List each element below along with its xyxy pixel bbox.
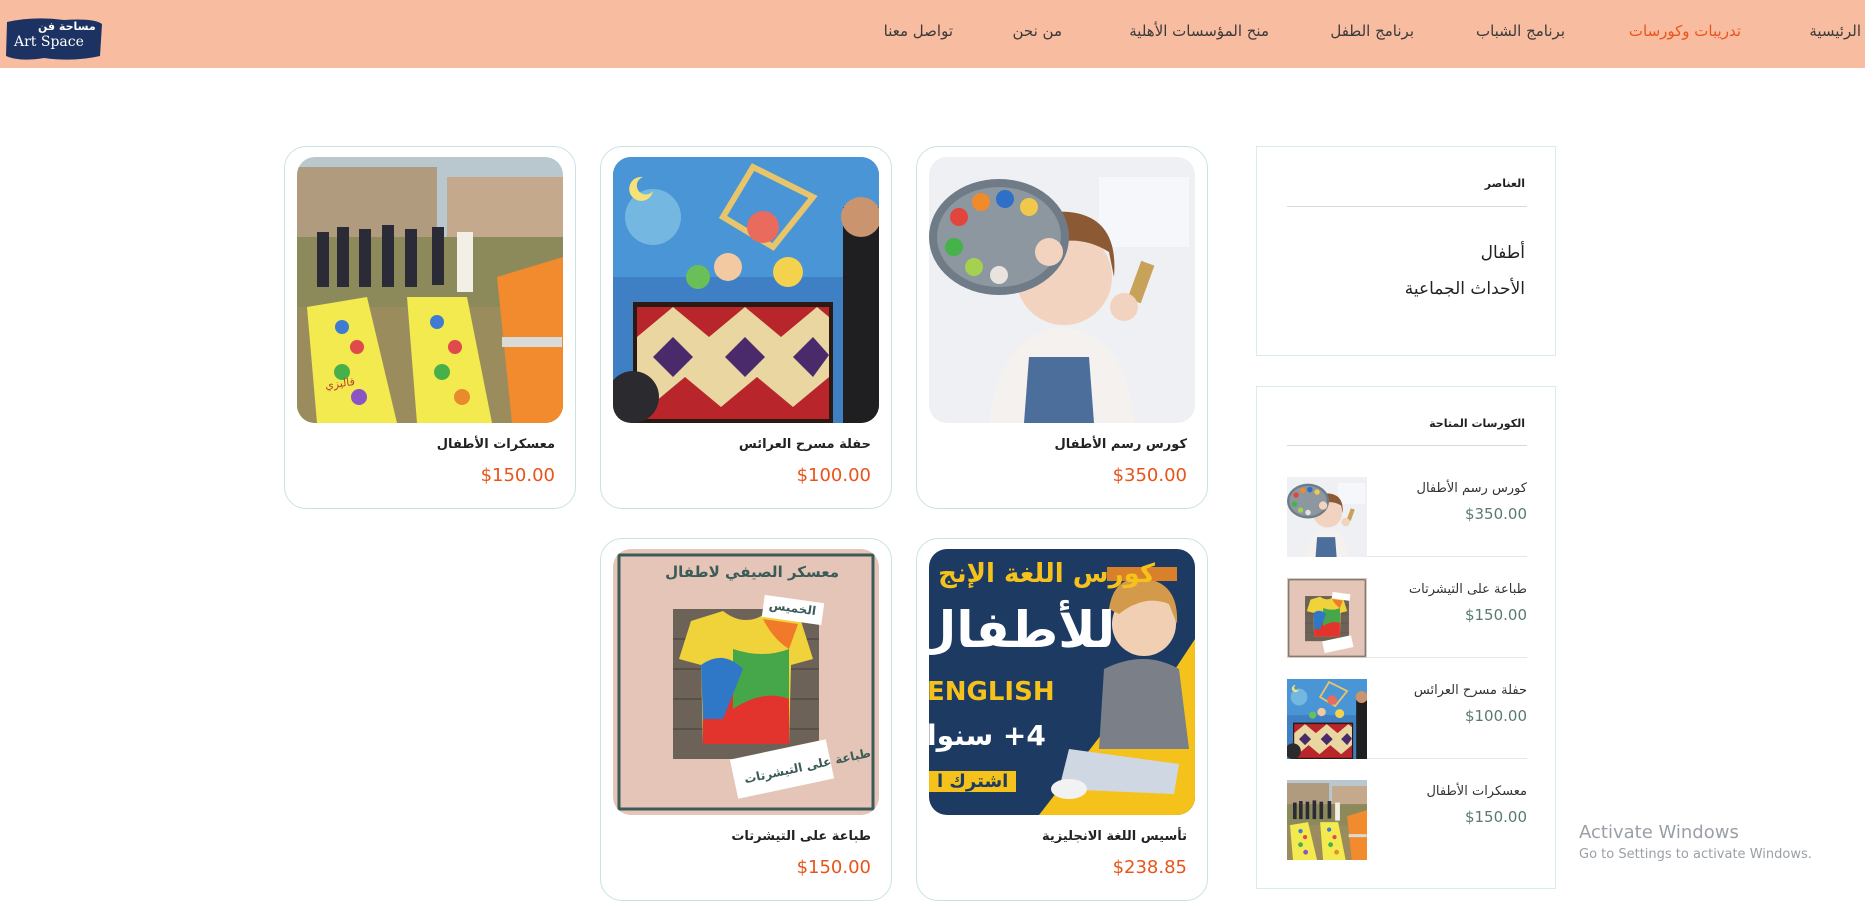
- windows-activation-watermark: Activate Windows Go to Settings to activ…: [1579, 822, 1812, 862]
- tie-dye-tshirt-thumbnail[interactable]: [1287, 578, 1367, 658]
- course-list-item[interactable]: طباعة على التيشرتات $150.00: [1287, 576, 1527, 658]
- english-banner-mid-text: للأطفال: [929, 601, 1115, 659]
- site-header: مساحة فن Art Space الرئيسية تدريبات وكور…: [0, 0, 1865, 68]
- painting-palette-girl-image[interactable]: [929, 157, 1195, 423]
- product-card[interactable]: كورس اللغة الإنج للأطفال ENGLISH 4+ سنوا…: [916, 538, 1208, 901]
- nav-child-program[interactable]: برنامج الطفل: [1330, 22, 1414, 40]
- course-price: $150.00: [1464, 808, 1527, 826]
- available-courses-widget: الكورسات المتاحة كورس رسم الأطفال $350.0…: [1256, 386, 1556, 889]
- categories-widget: العناصر أطفال الأحداث الجماعية: [1256, 146, 1556, 356]
- product-card[interactable]: كورس رسم الأطفال $350.00: [916, 146, 1208, 509]
- course-name[interactable]: طباعة على التيشرتات: [1409, 582, 1527, 597]
- english-banner-word-text: ENGLISH: [929, 677, 1055, 707]
- nav-about[interactable]: من نحن: [1013, 22, 1063, 40]
- english-banner-cta-text: اشترك ا: [929, 771, 1017, 792]
- divider: [1287, 206, 1527, 207]
- product-card[interactable]: حفلة مسرح العرائس $100.00: [600, 146, 892, 509]
- product-price: $100.00: [796, 465, 871, 486]
- english-banner-age-text: 4+ سنوا: [929, 719, 1046, 752]
- nav-courses[interactable]: تدريبات وكورسات: [1629, 22, 1741, 40]
- kids-camp-field-thumbnail[interactable]: [1287, 780, 1367, 860]
- nav-contact[interactable]: تواصل معنا: [884, 22, 953, 40]
- divider: [1287, 445, 1527, 446]
- product-title[interactable]: كورس رسم الأطفال: [1054, 437, 1187, 452]
- course-price: $350.00: [1464, 505, 1527, 523]
- product-title[interactable]: طباعة على التيشرتات: [731, 829, 871, 844]
- logo[interactable]: مساحة فن Art Space: [4, 16, 104, 62]
- tie-dye-tshirt-image[interactable]: معسكر الصيفي لاطفال الخميس طباعة على الت…: [613, 549, 879, 815]
- nav-youth-program[interactable]: برنامج الشباب: [1476, 22, 1565, 40]
- product-price: $150.00: [796, 857, 871, 878]
- product-title[interactable]: معسكرات الأطفال: [437, 437, 555, 452]
- kids-camp-field-image[interactable]: فاليزي: [297, 157, 563, 423]
- product-card[interactable]: فاليزي معسكرات الأطفال $150.00: [284, 146, 576, 509]
- course-name[interactable]: حفلة مسرح العرائس: [1414, 683, 1527, 698]
- product-title[interactable]: تأسيس اللغة الانجليزية: [1042, 829, 1187, 844]
- course-list-item[interactable]: معسكرات الأطفال $150.00: [1287, 778, 1527, 860]
- course-list-item[interactable]: كورس رسم الأطفال $350.00: [1287, 475, 1527, 557]
- tshirt-top-text: معسكر الصيفي لاطفال: [665, 563, 839, 581]
- category-group-events[interactable]: الأحداث الجماعية: [1405, 279, 1525, 299]
- logo-latin-text: Art Space: [14, 34, 84, 50]
- product-price: $350.00: [1112, 465, 1187, 486]
- product-card[interactable]: معسكر الصيفي لاطفال الخميس طباعة على الت…: [600, 538, 892, 901]
- course-name[interactable]: كورس رسم الأطفال: [1417, 481, 1528, 496]
- course-price: $100.00: [1464, 707, 1527, 725]
- painting-palette-girl-thumbnail[interactable]: [1287, 477, 1367, 557]
- course-list-item[interactable]: حفلة مسرح العرائس $100.00: [1287, 677, 1527, 759]
- product-price: $150.00: [480, 465, 555, 486]
- logo-arabic-text: مساحة فن: [38, 20, 96, 33]
- nav-ngo-grants[interactable]: منح المؤسسات الأهلية: [1129, 22, 1269, 40]
- course-name[interactable]: معسكرات الأطفال: [1426, 784, 1527, 799]
- course-price: $150.00: [1464, 606, 1527, 624]
- categories-title: العناصر: [1484, 177, 1525, 190]
- english-course-banner-image[interactable]: كورس اللغة الإنج للأطفال ENGLISH 4+ سنوا…: [929, 549, 1195, 815]
- puppet-theater-image[interactable]: [613, 157, 879, 423]
- watermark-subtitle: Go to Settings to activate Windows.: [1579, 847, 1812, 862]
- product-title[interactable]: حفلة مسرح العرائس: [739, 437, 871, 452]
- available-courses-title: الكورسات المتاحة: [1429, 417, 1525, 430]
- nav-home[interactable]: الرئيسية: [1809, 22, 1861, 40]
- english-banner-top-text: كورس اللغة الإنج: [938, 559, 1155, 589]
- watermark-title: Activate Windows: [1579, 822, 1739, 843]
- puppet-theater-thumbnail[interactable]: [1287, 679, 1367, 759]
- product-price: $238.85: [1112, 857, 1187, 878]
- category-children[interactable]: أطفال: [1481, 243, 1525, 263]
